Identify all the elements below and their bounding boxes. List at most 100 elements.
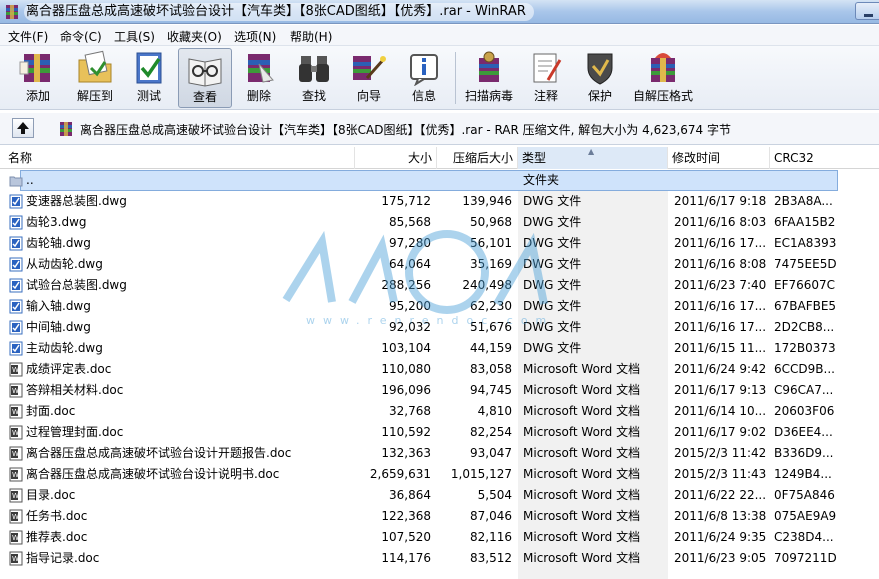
- comment-icon: [533, 53, 562, 83]
- doc-file-icon: W: [9, 446, 23, 461]
- file-modified: [674, 170, 768, 191]
- doc-file-icon: W: [9, 509, 23, 524]
- minimize-button[interactable]: [855, 2, 879, 20]
- comment-button[interactable]: 注释: [524, 48, 568, 108]
- virus-scan-icon: [479, 51, 499, 82]
- column-packed[interactable]: 压缩后大小: [437, 147, 518, 169]
- file-row[interactable]: 变速器总装图.dwg 175,712 139,946 DWG 文件 2011/6/17 …: [0, 191, 879, 212]
- file-modified: 2011/6/24 9:35: [674, 530, 767, 544]
- file-packed-size: 93,047: [470, 446, 512, 460]
- file-crc32: EC1A8393: [774, 236, 837, 250]
- sfx-button[interactable]: 自解压格式: [630, 48, 696, 108]
- menu-options[interactable]: 选项(N): [234, 28, 276, 45]
- file-crc32: 67BAFBE5: [774, 299, 837, 313]
- column-type-label: 类型: [522, 151, 547, 165]
- file-modified: 2011/6/23 9:05: [674, 551, 767, 565]
- file-row[interactable]: 主动齿轮.dwg 103,104 44,159 DWG 文件 2011/6/15 11.…: [0, 338, 879, 359]
- file-size: 132,363: [381, 446, 431, 460]
- file-row[interactable]: 输入轴.dwg 95,200 62,230 DWG 文件 2011/6/16 17...…: [0, 296, 879, 317]
- file-size: 110,592: [381, 425, 431, 439]
- menu-favorites[interactable]: 收藏夹(O): [167, 28, 222, 45]
- file-modified: 2011/6/16 17...: [674, 299, 767, 313]
- file-name: 输入轴.dwg: [26, 299, 91, 313]
- file-row[interactable]: 中间轴.dwg 92,032 51,676 DWG 文件 2011/6/16 17...…: [0, 317, 879, 338]
- file-crc32: D36EE4...: [774, 425, 833, 439]
- file-crc32: C96CA7...: [774, 383, 834, 397]
- file-row[interactable]: W 过程管理封面.doc 110,592 82,254 Microsoft Word 文…: [0, 422, 879, 443]
- delete-button[interactable]: 删除: [236, 48, 282, 108]
- file-crc32: 0F75A846: [774, 488, 835, 502]
- archive-path-field[interactable]: 离合器压盘总成高速破坏试验台设计【汽车类】【8张CAD图纸】【优秀】.rar -…: [56, 118, 871, 140]
- protect-button[interactable]: 保护: [578, 48, 622, 108]
- view-button[interactable]: 查看: [178, 48, 232, 108]
- extract-folder-icon: [78, 50, 112, 83]
- file-name: 从动齿轮.dwg: [26, 257, 103, 271]
- file-row[interactable]: W 推荐表.doc 107,520 82,116 Microsoft Word 文档 20…: [0, 527, 879, 548]
- info-button[interactable]: 信息: [400, 48, 448, 108]
- file-modified: 2011/6/8 13:38: [674, 509, 767, 523]
- svg-text:W: W: [12, 471, 19, 479]
- column-crc32[interactable]: CRC32: [770, 147, 879, 169]
- file-modified: 2015/2/3 11:42: [674, 446, 767, 460]
- file-name: 齿轮3.dwg: [26, 215, 87, 229]
- column-modified[interactable]: 修改时间: [668, 147, 770, 169]
- file-row[interactable]: W 封面.doc 32,768 4,810 Microsoft Word 文档 2011/…: [0, 401, 879, 422]
- file-name: 主动齿轮.dwg: [26, 341, 103, 355]
- file-row[interactable]: 齿轮3.dwg 85,568 50,968 DWG 文件 2011/6/16 8:03 6…: [0, 212, 879, 233]
- winrar-app-icon[interactable]: [4, 4, 20, 20]
- column-size[interactable]: 大小: [355, 147, 437, 169]
- file-row[interactable]: W 指导记录.doc 114,176 83,512 Microsoft Word 文档 2…: [0, 548, 879, 569]
- file-size: 92,032: [389, 320, 431, 334]
- file-crc32: 2D2CB8...: [774, 320, 835, 334]
- file-row[interactable]: 从动齿轮.dwg 64,064 35,169 DWG 文件 2011/6/16 8:08…: [0, 254, 879, 275]
- file-size: 64,064: [389, 257, 431, 271]
- menu-commands[interactable]: 命令(C): [60, 28, 102, 45]
- menu-tools[interactable]: 工具(S): [114, 28, 155, 45]
- svg-text:W: W: [12, 534, 19, 542]
- menu-file[interactable]: 文件(F): [8, 28, 48, 45]
- file-size: 114,176: [381, 551, 431, 565]
- file-row[interactable]: W 离合器压盘总成高速破坏试验台设计开题报告.doc 132,363 93,047 Mi…: [0, 443, 879, 464]
- delete-icon: [248, 54, 274, 83]
- file-crc32: [774, 170, 874, 191]
- file-row[interactable]: 齿轮轴.dwg 97,280 56,101 DWG 文件 2011/6/16 17...…: [0, 233, 879, 254]
- file-row[interactable]: W 答辩相关材料.doc 196,096 94,745 Microsoft Word 文…: [0, 380, 879, 401]
- file-row[interactable]: W 任务书.doc 122,368 87,046 Microsoft Word 文档 20…: [0, 506, 879, 527]
- info-label: 信息: [411, 89, 436, 103]
- add-button[interactable]: 添加: [10, 48, 66, 108]
- column-type[interactable]: 类型 ▲: [518, 147, 668, 169]
- up-folder-button[interactable]: [12, 118, 34, 138]
- file-row[interactable]: W 成绩评定表.doc 110,080 83,058 Microsoft Word 文档…: [0, 359, 879, 380]
- file-size: 95,200: [389, 299, 431, 313]
- file-size: 196,096: [381, 383, 431, 397]
- file-row[interactable]: 试验台总装图.dwg 288,256 240,498 DWG 文件 2011/6/23 …: [0, 275, 879, 296]
- column-name[interactable]: 名称: [0, 147, 355, 169]
- file-name: 离合器压盘总成高速破坏试验台设计说明书.doc: [26, 467, 280, 481]
- file-packed-size: 5,504: [477, 488, 512, 502]
- find-button[interactable]: 查找: [290, 48, 338, 108]
- file-type: DWG 文件: [523, 278, 582, 292]
- test-button[interactable]: 测试: [124, 48, 174, 108]
- menu-help[interactable]: 帮助(H): [290, 28, 332, 45]
- file-modified: 2011/6/16 17...: [674, 320, 767, 334]
- parent-folder-row[interactable]: .. 文件夹: [0, 170, 879, 191]
- file-packed-size: 51,676: [470, 320, 512, 334]
- file-type: DWG 文件: [523, 299, 582, 313]
- file-packed-size: 94,745: [470, 383, 512, 397]
- glasses-book-icon: [188, 58, 222, 87]
- file-modified: 2011/6/16 17...: [674, 236, 767, 250]
- scan-virus-button[interactable]: 扫描病毒: [460, 48, 518, 108]
- file-packed-size: 139,946: [462, 194, 512, 208]
- file-size: 175,712: [381, 194, 431, 208]
- window-title: 离合器压盘总成高速破坏试验台设计【汽车类】【8张CAD图纸】【优秀】.rar -…: [24, 3, 534, 21]
- file-row[interactable]: W 离合器压盘总成高速破坏试验台设计说明书.doc 2,659,631 1,015,1…: [0, 464, 879, 485]
- file-crc32: 1249B4...: [774, 467, 832, 481]
- file-packed-size: 35,169: [470, 257, 512, 271]
- file-crc32: B336D9...: [774, 446, 834, 460]
- file-name: 成绩评定表.doc: [26, 362, 112, 376]
- file-row[interactable]: W 目录.doc 36,864 5,504 Microsoft Word 文档 2011/…: [0, 485, 879, 506]
- file-packed-size: 83,512: [470, 551, 512, 565]
- extract-to-button[interactable]: 解压到: [68, 48, 122, 108]
- wizard-button[interactable]: 向导: [344, 48, 394, 108]
- file-type: DWG 文件: [523, 320, 582, 334]
